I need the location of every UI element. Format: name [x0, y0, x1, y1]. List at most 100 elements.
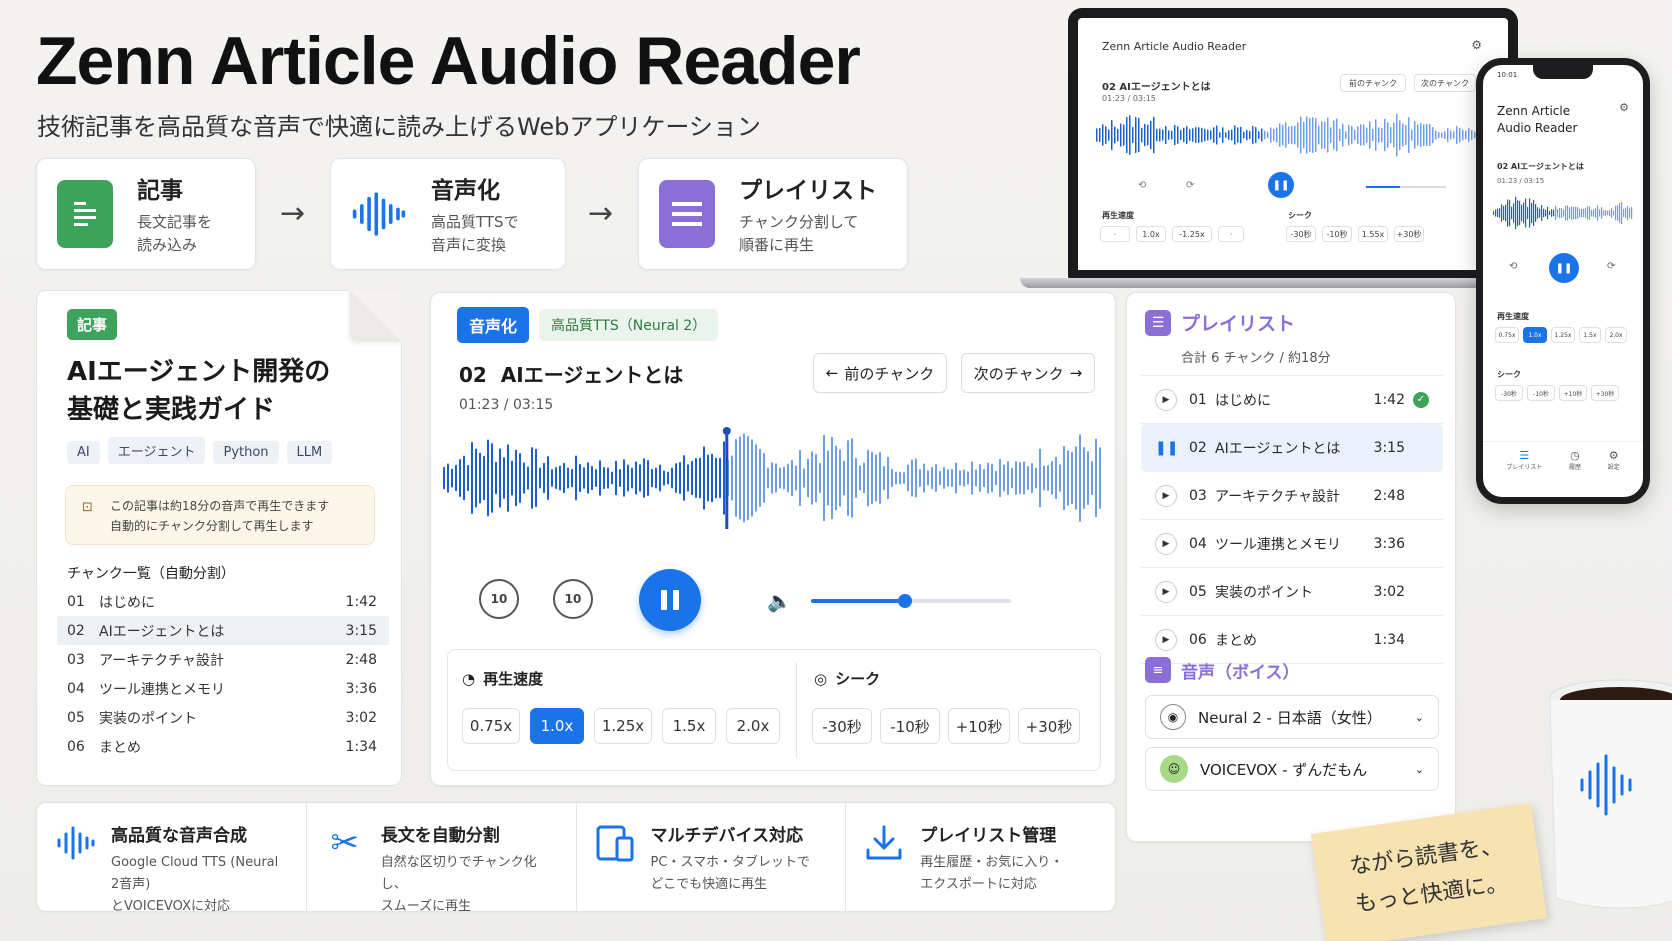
phone-seek-option[interactable]: +10秒	[1559, 385, 1587, 401]
phone-seek-option[interactable]: -10秒	[1527, 385, 1555, 401]
speed-option[interactable]: 2.0x	[726, 708, 780, 744]
chunk-row[interactable]: 01 はじめに 1:42	[37, 587, 389, 616]
waveform-bar	[931, 466, 933, 490]
tag-chip[interactable]: LLM	[286, 441, 333, 464]
chunk-row[interactable]: 03 アーキテクチャ設計 2:48	[37, 645, 389, 674]
phone-seek-option[interactable]: -30秒	[1495, 385, 1523, 401]
phone-speed-option-selected[interactable]: 1.0x	[1523, 327, 1547, 343]
laptop-prev-button[interactable]: 前のチャンク	[1340, 74, 1406, 92]
playback-settings: ◔ 再生速度 0.75x 1.0x 1.25x 1.5x 2.0x ◎ シーク -3…	[447, 649, 1101, 771]
laptop-seek-option[interactable]: +30秒	[1394, 226, 1424, 242]
forward-10-button[interactable]: 10	[553, 579, 593, 619]
voice-select-neural[interactable]: ◉ Neural 2 - 日本語（女性） ⌄	[1145, 695, 1439, 739]
play-icon[interactable]: ▶	[1155, 532, 1177, 555]
rewind-10-button[interactable]: 10	[479, 579, 519, 619]
waveform-bar	[995, 470, 997, 486]
voice-select-voicevox[interactable]: ☺ VOICEVOX - ずんだもん ⌄	[1145, 747, 1439, 791]
waveform-bar	[1031, 463, 1033, 493]
tag-chip[interactable]: AI	[67, 441, 100, 464]
gear-icon[interactable]: ⚙	[1471, 38, 1482, 52]
laptop-speed-option[interactable]: ·	[1100, 226, 1130, 242]
play-icon[interactable]: ▶	[1155, 580, 1177, 603]
tag-chip[interactable]: Python	[213, 441, 279, 464]
waveform-bar	[1420, 122, 1422, 148]
phone-speed-option[interactable]: 2.0x	[1605, 327, 1627, 343]
waveform-bar	[915, 458, 917, 498]
seek-option[interactable]: -10秒	[880, 708, 940, 744]
speed-option[interactable]: 0.75x	[462, 708, 520, 744]
phone-speed-option[interactable]: 0.75x	[1495, 327, 1519, 343]
waveform-bar	[1123, 124, 1125, 146]
volume-knob[interactable]	[898, 594, 912, 608]
waveform-seekbar[interactable]	[443, 423, 1103, 533]
playlist-row[interactable]: ▶ 04 ツール連携とメモリ 3:36	[1141, 520, 1443, 568]
play-icon[interactable]: ▶	[1155, 484, 1177, 507]
speed-option[interactable]: 1.25x	[594, 708, 652, 744]
gear-icon[interactable]: ⚙	[1619, 101, 1629, 114]
laptop-seek-option[interactable]: 1.55x	[1358, 226, 1388, 242]
pause-button[interactable]	[639, 569, 701, 631]
laptop-pause-button[interactable]: ❚❚	[1268, 172, 1294, 198]
chunk-row[interactable]: 04 ツール連携とメモリ 3:36	[37, 674, 389, 703]
phone-nav-settings[interactable]: ⚙ 設定	[1608, 449, 1620, 471]
laptop-speed-option[interactable]: -1.25x	[1172, 226, 1212, 242]
waveform-bar	[1571, 206, 1573, 220]
prev-chunk-button[interactable]: ← 前のチャンク	[813, 353, 947, 393]
chunk-row[interactable]: 06 まとめ 1:34	[37, 732, 389, 761]
laptop-speed-option[interactable]: 1.0x	[1136, 226, 1166, 242]
chunk-row[interactable]: 02 AIエージェントとは 3:15	[57, 616, 389, 645]
tag-chip[interactable]: エージェント	[107, 437, 206, 464]
waveform-bar	[1180, 129, 1182, 141]
phone-forward-icon[interactable]: ⟳	[1607, 261, 1615, 272]
waveform-bar	[895, 471, 897, 485]
waveform-bar	[903, 472, 905, 484]
chunk-no: 06	[67, 738, 85, 755]
phone-speed-option[interactable]: 1.25x	[1551, 327, 1575, 343]
chunk-row[interactable]: 05 実装のポイント 3:02	[37, 703, 389, 732]
phone-rewind-icon[interactable]: ⟲	[1509, 261, 1517, 272]
playlist-row[interactable]: ▶ 05 実装のポイント 3:02	[1141, 568, 1443, 616]
waveform-bar	[1525, 198, 1527, 228]
waveform-bar	[1543, 208, 1545, 218]
phone-nav-history[interactable]: ◷ 履歴	[1569, 449, 1581, 471]
waveform-bar	[703, 446, 705, 510]
laptop-next-button[interactable]: 次のチャンク	[1414, 74, 1476, 92]
volume-icon[interactable]: 🔈	[767, 589, 792, 613]
phone-speed-option[interactable]: 1.5x	[1579, 327, 1601, 343]
phone-pause-button[interactable]: ❚❚	[1549, 253, 1579, 283]
pause-icon[interactable]: ❚❚	[1155, 440, 1178, 456]
play-icon[interactable]: ▶	[1155, 388, 1177, 411]
phone-track: 02 AIエージェントとは	[1497, 162, 1584, 171]
laptop-seek-option[interactable]: -30秒	[1286, 226, 1316, 242]
laptop-speed-heading: 再生速度	[1102, 211, 1134, 220]
speed-option[interactable]: 1.5x	[662, 708, 716, 744]
playlist-row-playing[interactable]: ❚❚ 02 AIエージェントとは 3:15	[1141, 424, 1443, 472]
waveform-bar	[1537, 207, 1539, 219]
laptop-forward-icon[interactable]: ⟳	[1186, 180, 1194, 191]
laptop-rewind-icon[interactable]: ⟲	[1138, 180, 1146, 191]
play-icon[interactable]: ▶	[1155, 628, 1177, 651]
phone-seek-option[interactable]: +30秒	[1591, 385, 1619, 401]
playlist-row[interactable]: ▶ 03 アーキテクチャ設計 2:48	[1141, 472, 1443, 520]
playhead-knob[interactable]	[722, 427, 731, 435]
seek-option[interactable]: +10秒	[948, 708, 1010, 744]
waveform-bar	[1462, 129, 1464, 141]
laptop-volume[interactable]	[1366, 186, 1446, 188]
laptop-seek-option[interactable]: -10秒	[1322, 226, 1352, 242]
waveform-bar	[1027, 465, 1029, 491]
check-icon: ✓	[1413, 391, 1429, 408]
next-chunk-button[interactable]: 次のチャンク →	[961, 353, 1095, 393]
waveform-bar	[1447, 128, 1449, 142]
seek-option[interactable]: -30秒	[812, 708, 872, 744]
waveform-bar	[1342, 123, 1344, 147]
waveform-bar	[447, 463, 449, 493]
item-no: 06	[1189, 631, 1207, 648]
phone-nav-playlist[interactable]: ☰ プレイリスト	[1506, 449, 1542, 471]
laptop-speed-option[interactable]: ·	[1218, 226, 1244, 242]
playlist-row[interactable]: ▶ 01 はじめに 1:42 ✓	[1141, 376, 1443, 424]
speed-option-selected[interactable]: 1.0x	[530, 708, 584, 744]
volume-slider[interactable]	[811, 594, 1011, 608]
waveform-bar	[1535, 203, 1537, 223]
seek-option[interactable]: +30秒	[1018, 708, 1080, 744]
waveform-bar	[1378, 127, 1380, 143]
